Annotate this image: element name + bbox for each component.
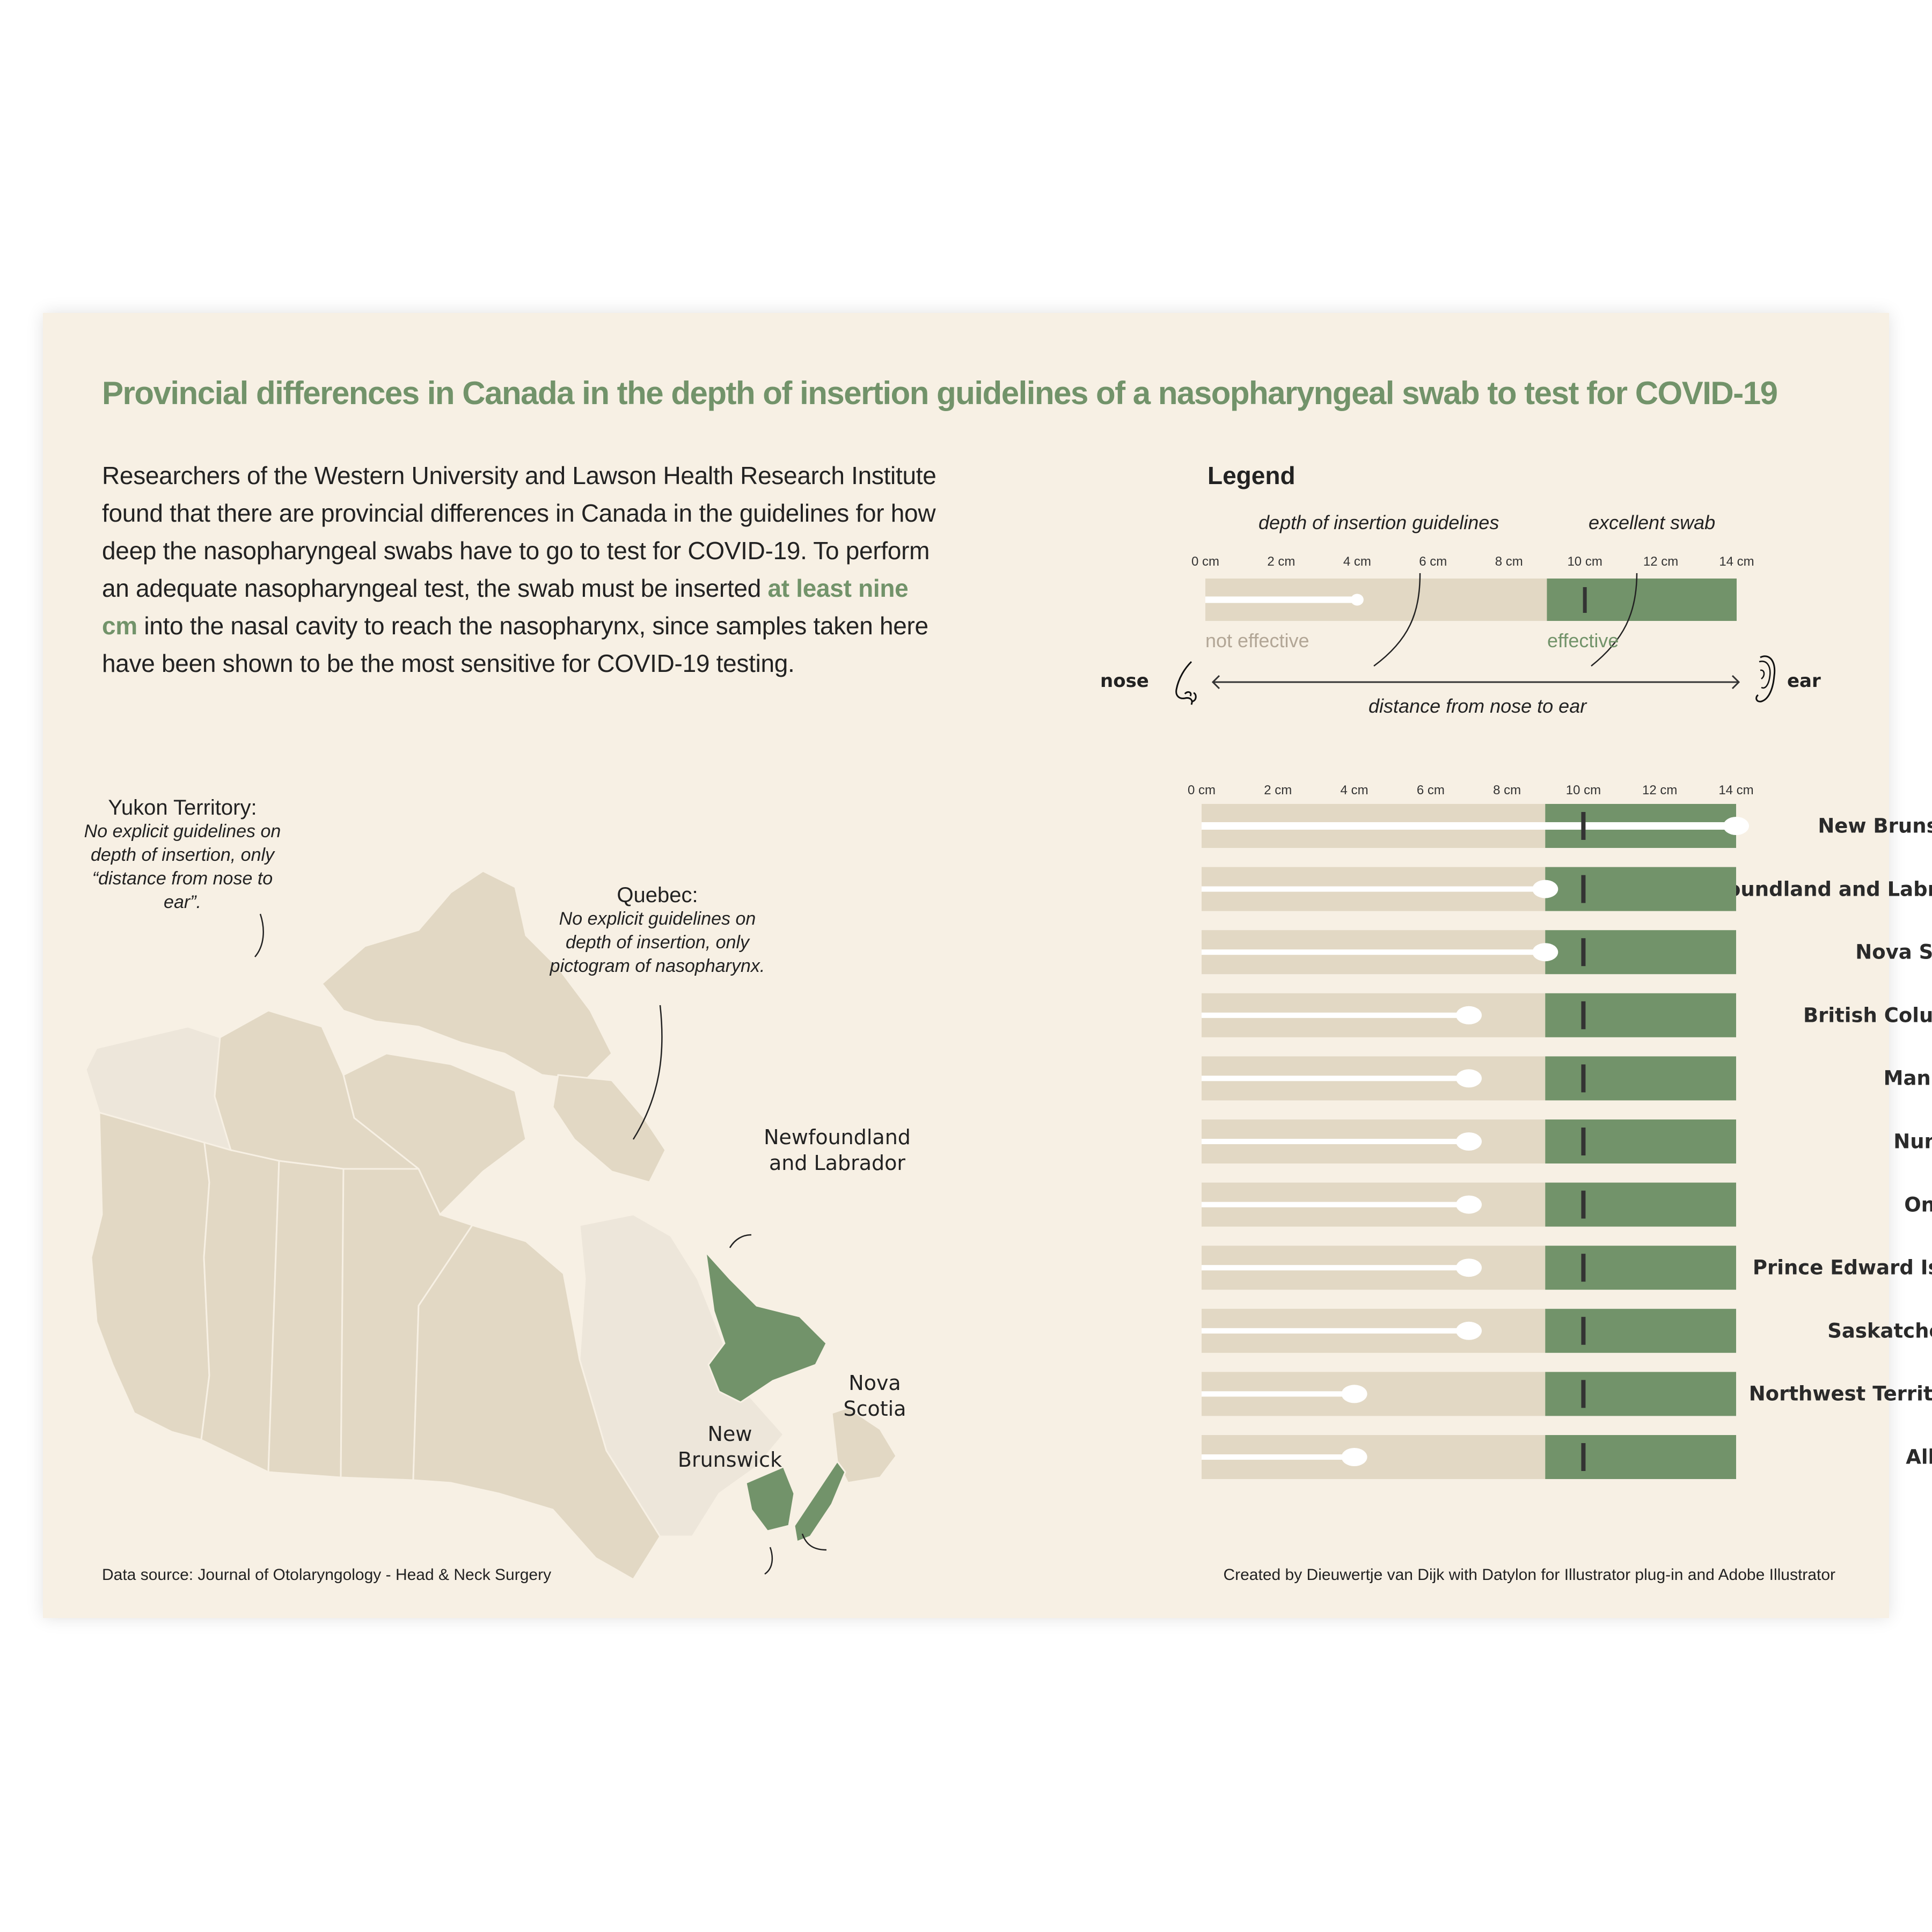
swab-shaft (1202, 1391, 1355, 1397)
effective-zone (1545, 1246, 1736, 1290)
map-baffin-island (552, 1074, 667, 1183)
effective-zone (1545, 867, 1736, 911)
effective-zone (1545, 1435, 1736, 1479)
nl-leader (729, 1234, 752, 1248)
chart-row (1202, 1372, 1736, 1416)
nb-leader (764, 1547, 773, 1575)
map-label-line: Newfoundland (764, 1125, 911, 1149)
data-source: Data source: Journal of Otolaryngology -… (102, 1566, 552, 1584)
swab-shaft (1202, 1328, 1469, 1334)
swab-shaft (1202, 1139, 1469, 1144)
map-british-columbia (90, 1111, 210, 1441)
yukon-note-line: depth of insertion, only (90, 845, 275, 865)
excellent-swab-marker (1581, 1380, 1586, 1408)
swab-tip (1456, 1258, 1482, 1277)
excellent-swab-marker (1581, 1316, 1586, 1345)
swab-shaft (1202, 886, 1546, 892)
effective-zone (1545, 930, 1736, 975)
swab-shaft (1202, 1012, 1469, 1018)
row-label: Manitoba (1883, 1066, 1932, 1090)
effective-zone (1545, 1308, 1736, 1353)
map-label-line: New (707, 1422, 752, 1446)
quebec-note-line: pictogram of nasopharynx. (550, 956, 765, 976)
excellent-swab-marker (1581, 1443, 1586, 1471)
map-label-line: Nova (848, 1371, 901, 1395)
map-label-new-brunswick: New Brunswick (665, 1421, 794, 1473)
excellent-swab-marker (1581, 1001, 1586, 1029)
quebec-heading: Quebec: (617, 883, 698, 907)
map-labrador (704, 1249, 828, 1403)
swab-shaft (1202, 1265, 1469, 1271)
swab-shaft (1202, 949, 1546, 955)
swab-tip (1456, 1069, 1482, 1088)
quebec-note-line: depth of insertion, only (565, 932, 750, 953)
canada-map (85, 870, 897, 1581)
infographic-card: Provincial differences in Canada in the … (43, 313, 1932, 1618)
quebec-note-line: No explicit guidelines on (559, 909, 756, 929)
swab-tip (1456, 1006, 1482, 1024)
row-label: Ontario (1904, 1193, 1932, 1217)
excellent-swab-marker (1581, 1064, 1586, 1093)
credits: Created by Dieuwertje van Dijk with Daty… (1223, 1566, 1835, 1584)
chart-row (1202, 1056, 1736, 1101)
yukon-annotation: Yukon Territory: No explicit guidelines … (75, 796, 290, 914)
yukon-note-line: “distance from nose to ear”. (92, 868, 273, 912)
chart-row (1202, 993, 1736, 1037)
swab-shaft (1202, 1202, 1469, 1208)
excellent-swab-marker (1581, 875, 1586, 903)
swab-tip (1532, 880, 1558, 898)
swab-tip (1532, 943, 1558, 962)
yukon-leader (254, 913, 264, 957)
map-label-nova-scotia: Nova Scotia (821, 1370, 928, 1422)
map-label-newfoundland: Newfoundland and Labrador (741, 1124, 934, 1176)
excellent-swab-marker (1581, 938, 1586, 967)
map-alberta (200, 1138, 280, 1474)
chart-row (1202, 1119, 1736, 1163)
swab-tip (1456, 1132, 1482, 1151)
chart-row (1202, 1182, 1736, 1227)
swab-shaft (1202, 1454, 1355, 1460)
chart-row (1202, 1308, 1736, 1353)
map-label-line: Scotia (843, 1397, 906, 1421)
chart-row (1202, 1435, 1736, 1479)
swab-shaft (1202, 1075, 1469, 1081)
effective-zone (1545, 1182, 1736, 1227)
effective-zone (1545, 1056, 1736, 1101)
swab-tip (1456, 1195, 1482, 1214)
excellent-swab-marker (1581, 1190, 1586, 1219)
chart-row (1202, 930, 1736, 975)
excellent-swab-marker (1581, 812, 1586, 840)
quebec-annotation: Quebec: No explicit guidelines on depth … (545, 883, 770, 978)
swab-shaft (1202, 822, 1736, 830)
map-new-brunswick (745, 1466, 795, 1532)
yukon-heading: Yukon Territory: (108, 796, 257, 819)
effective-zone (1545, 993, 1736, 1037)
effective-zone (1545, 1372, 1736, 1416)
map-label-line: Brunswick (677, 1448, 782, 1472)
swab-tip (1723, 817, 1749, 835)
swab-tip (1341, 1448, 1367, 1466)
excellent-swab-marker (1581, 1254, 1586, 1282)
row-label: Alberta (1906, 1445, 1932, 1469)
swab-tip (1456, 1321, 1482, 1340)
chart-row (1202, 867, 1736, 911)
row-label: Nunavut (1893, 1130, 1932, 1153)
map-label-line: and Labrador (769, 1151, 906, 1175)
yukon-note-line: No explicit guidelines on (84, 821, 281, 841)
effective-zone (1545, 1119, 1736, 1163)
chart-row (1202, 804, 1749, 848)
excellent-swab-marker (1581, 1128, 1586, 1155)
swab-tip (1341, 1385, 1367, 1403)
map-saskatchewan (267, 1160, 345, 1479)
map-nova-scotia (793, 1460, 846, 1543)
chart-row (1202, 1246, 1736, 1290)
